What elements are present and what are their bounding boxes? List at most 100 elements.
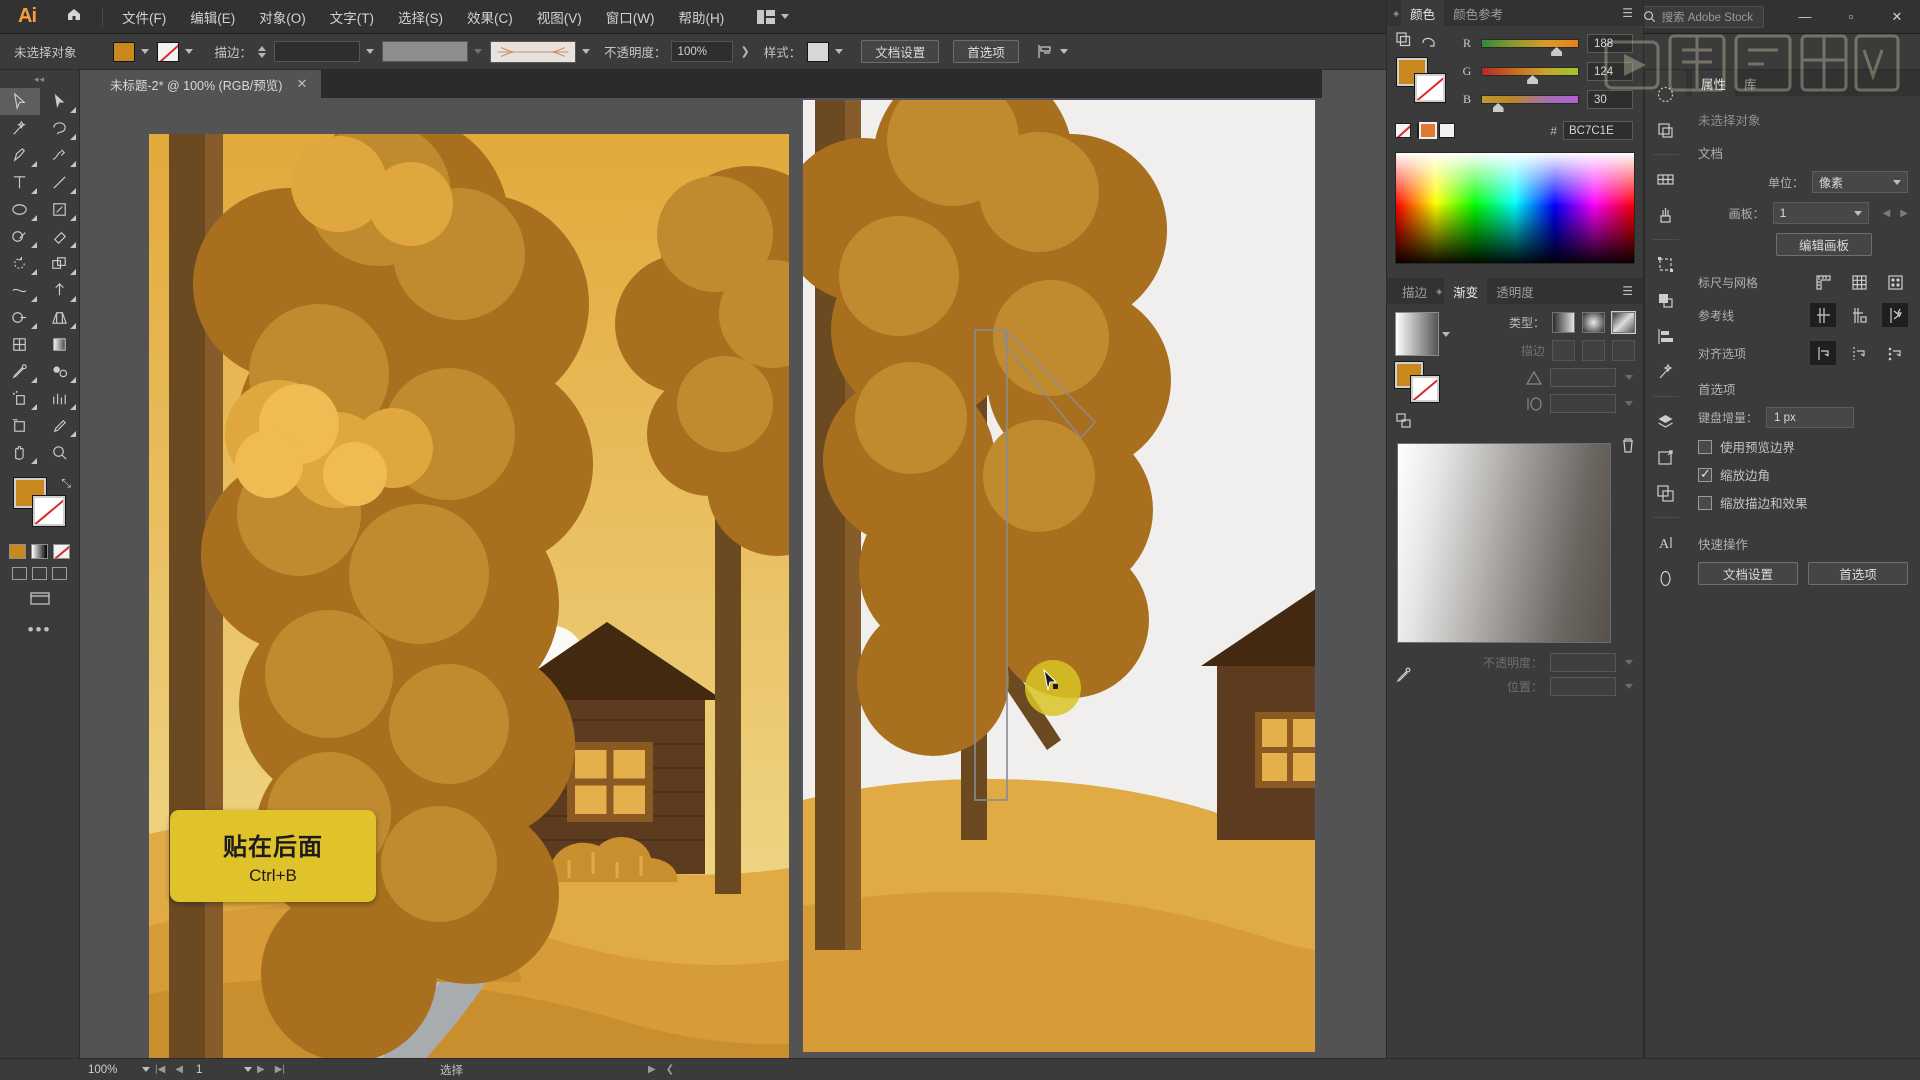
scale-tool[interactable] bbox=[40, 250, 80, 277]
grid-icon[interactable] bbox=[1846, 270, 1872, 294]
channel-b-value[interactable]: 30 bbox=[1587, 90, 1633, 109]
gradient-opacity-chevron-down-icon[interactable] bbox=[1625, 660, 1633, 665]
brushes-panel-icon[interactable] bbox=[1650, 199, 1682, 231]
artboard-prev-icon[interactable]: ◀ bbox=[1883, 208, 1891, 219]
lock-guides-icon[interactable] bbox=[1846, 303, 1872, 327]
artboard-1[interactable] bbox=[149, 134, 789, 1058]
document-setup-button[interactable]: 文档设置 bbox=[861, 40, 940, 63]
stroke-weight-stepper[interactable] bbox=[258, 45, 267, 58]
type-tool[interactable] bbox=[0, 169, 40, 196]
delete-stop-icon[interactable] bbox=[1621, 433, 1635, 456]
transparency-grid-icon[interactable] bbox=[1882, 270, 1908, 294]
paintbrush-tool[interactable] bbox=[40, 196, 80, 223]
first-artboard-icon[interactable]: |◀ bbox=[150, 1064, 170, 1075]
edit-toolbar-button[interactable]: ••• bbox=[0, 620, 79, 640]
transform-panel-icon[interactable] bbox=[1650, 248, 1682, 280]
tab-libraries[interactable]: 库 bbox=[1735, 70, 1766, 96]
quick-document-setup-button[interactable]: 文档设置 bbox=[1698, 562, 1798, 585]
last-artboard-icon[interactable]: ▶| bbox=[270, 1064, 290, 1075]
brush-chevron-down-icon[interactable] bbox=[474, 49, 483, 54]
hand-tool[interactable] bbox=[0, 439, 40, 466]
style-chevron-down-icon[interactable] bbox=[835, 49, 844, 54]
toolbar-stroke-swatch[interactable] bbox=[33, 496, 65, 526]
gradient-angle-input[interactable] bbox=[1550, 368, 1616, 387]
gradient-chevron-down-icon[interactable] bbox=[1442, 331, 1450, 337]
fill-stroke-toggle-icon[interactable] bbox=[1396, 32, 1411, 50]
eyedropper-icon[interactable] bbox=[1395, 666, 1413, 684]
arrange-documents-button[interactable] bbox=[757, 9, 790, 24]
stroke-gradient-across-button[interactable] bbox=[1612, 340, 1635, 361]
tab-color-guide[interactable]: 颜色参考 bbox=[1444, 0, 1512, 26]
gradient-slider[interactable] bbox=[1397, 443, 1611, 643]
symbols-panel-icon[interactable] bbox=[1650, 114, 1682, 146]
none-mode-button[interactable] bbox=[53, 544, 70, 559]
zoom-tool[interactable] bbox=[40, 439, 80, 466]
zoom-chevron-down-icon[interactable] bbox=[142, 1067, 150, 1072]
tab-gradient[interactable]: 渐变 bbox=[1444, 278, 1488, 304]
change-screen-mode[interactable] bbox=[0, 590, 79, 606]
fill-color-swatch[interactable] bbox=[112, 41, 135, 62]
swap-fill-stroke-icon[interactable]: ⤡ bbox=[61, 476, 71, 491]
document-tab[interactable]: 未标题-2* @ 100% (RGB/预览) ✕ bbox=[96, 70, 322, 98]
panel-menu-icon[interactable]: ☰ bbox=[1613, 6, 1643, 20]
pen-tool[interactable] bbox=[0, 142, 40, 169]
white-swatch[interactable] bbox=[1439, 123, 1455, 138]
mesh-tool[interactable] bbox=[0, 331, 40, 358]
menu-object[interactable]: 对象(O) bbox=[248, 2, 317, 32]
align-panel-icon[interactable] bbox=[1650, 320, 1682, 352]
brush-definition-select[interactable] bbox=[382, 41, 469, 62]
menu-select[interactable]: 选择(S) bbox=[387, 2, 454, 32]
fullscreen-menu-mode-icon[interactable] bbox=[32, 567, 47, 580]
eyedropper-tool[interactable] bbox=[0, 358, 40, 385]
normal-screen-mode-icon[interactable] bbox=[12, 567, 27, 580]
menu-effect[interactable]: 效果(C) bbox=[456, 2, 524, 32]
stroke-weight-input[interactable] bbox=[274, 41, 361, 62]
magic-wand-tool[interactable] bbox=[0, 115, 40, 142]
scale-corners-checkbox-row[interactable]: 缩放边角 bbox=[1698, 465, 1908, 484]
gradient-location-chevron-down-icon[interactable] bbox=[1625, 684, 1633, 689]
preview-bounds-checkbox[interactable] bbox=[1698, 439, 1712, 454]
next-artboard-icon[interactable]: ▶ bbox=[252, 1064, 270, 1075]
channel-g-slider[interactable] bbox=[1481, 67, 1579, 84]
opacity-input[interactable]: 100% bbox=[670, 41, 733, 62]
artboard-select[interactable]: 1 bbox=[1772, 202, 1869, 224]
shape-builder-tool[interactable] bbox=[0, 304, 40, 331]
blend-tool[interactable] bbox=[40, 358, 80, 385]
perspective-grid-tool[interactable] bbox=[40, 304, 80, 331]
panel-grip-icon[interactable]: ◈ bbox=[1393, 9, 1399, 18]
menu-window[interactable]: 窗口(W) bbox=[595, 2, 666, 32]
tab-color[interactable]: 颜色 bbox=[1401, 0, 1445, 26]
scale-strokes-checkbox[interactable] bbox=[1698, 495, 1712, 510]
preferences-button[interactable]: 首选项 bbox=[953, 40, 1019, 63]
rotate-tool[interactable] bbox=[0, 250, 40, 277]
align-to-keyobject-icon[interactable] bbox=[1882, 341, 1908, 365]
stroke-color-swatch[interactable] bbox=[156, 41, 179, 62]
stroke-gradient-within-button[interactable] bbox=[1552, 340, 1575, 361]
symbol-sprayer-tool[interactable] bbox=[0, 385, 40, 412]
artboards-panel-icon[interactable] bbox=[1650, 441, 1682, 473]
align-dropdown[interactable] bbox=[1037, 44, 1068, 59]
stroke-weight-chevron-down-icon[interactable] bbox=[366, 49, 375, 54]
stroke-chevron-down-icon[interactable] bbox=[184, 49, 193, 54]
color-stroke-swatch[interactable] bbox=[1415, 74, 1445, 102]
status-expand-icon[interactable]: ▶ bbox=[643, 1064, 661, 1075]
fullscreen-mode-icon[interactable] bbox=[52, 567, 67, 580]
width-tool[interactable] bbox=[0, 277, 40, 304]
align-to-selection-icon[interactable] bbox=[1810, 341, 1836, 365]
tab-stroke[interactable]: 描边 bbox=[1393, 278, 1436, 304]
gradient-panel-grip-icon[interactable]: ◈ bbox=[1436, 287, 1442, 296]
swatches-panel-icon[interactable] bbox=[1650, 163, 1682, 195]
column-graph-tool[interactable] bbox=[40, 385, 80, 412]
color-mode-button[interactable] bbox=[9, 544, 26, 559]
eraser-tool[interactable] bbox=[40, 223, 80, 250]
minimize-button[interactable]: — bbox=[1782, 0, 1828, 34]
toolbar-grip[interactable]: ◂◂ bbox=[0, 74, 79, 88]
channel-b-slider[interactable] bbox=[1481, 95, 1579, 112]
lasso-tool[interactable] bbox=[40, 115, 80, 142]
paragraph-panel-icon[interactable] bbox=[1650, 562, 1682, 594]
menu-file[interactable]: 文件(F) bbox=[111, 2, 177, 32]
keyboard-increment-input[interactable]: 1 px bbox=[1766, 407, 1855, 428]
linear-gradient-button[interactable] bbox=[1552, 312, 1575, 333]
close-icon[interactable]: ✕ bbox=[296, 76, 307, 92]
smart-guides-icon[interactable] bbox=[1882, 303, 1908, 327]
